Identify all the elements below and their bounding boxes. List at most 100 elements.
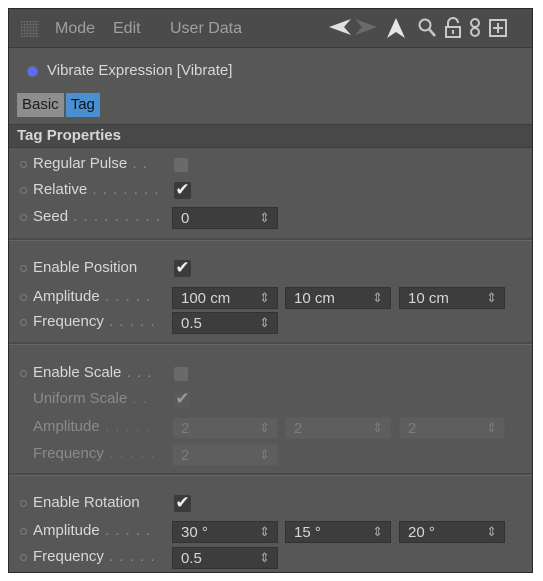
regular-pulse-label: Regular Pulse	[33, 155, 128, 172]
rotation-amplitude-label: Amplitude	[33, 522, 100, 539]
animation-dot-icon[interactable]	[20, 370, 27, 377]
enable-scale-row: Enable Scale . . .	[9, 363, 532, 385]
position-amplitude-y-field[interactable]: 10 cm ⇕	[285, 287, 391, 309]
position-frequency-field[interactable]: 0.5 ⇕	[172, 312, 278, 334]
label-dots: . .	[127, 390, 148, 407]
menu-edit[interactable]: Edit	[113, 20, 141, 38]
attribute-manager: Mode Edit User Data Vibrate Expression […	[8, 8, 533, 573]
rotation-frequency-label: Frequency	[33, 548, 104, 565]
position-amplitude-row: Amplitude . . . . . 100 cm ⇕ 10 cm ⇕ 10 …	[9, 287, 532, 309]
animation-dot-icon[interactable]	[20, 161, 27, 168]
field-value: 10 cm	[294, 290, 335, 307]
enable-rotation-label: Enable Rotation	[33, 494, 140, 511]
spinner-icon[interactable]: ⇕	[259, 290, 270, 306]
enable-position-row: Enable Position ✔	[9, 258, 532, 280]
search-icon[interactable]	[417, 17, 437, 45]
field-value: 20 °	[408, 524, 435, 541]
animation-dot-icon[interactable]	[20, 319, 27, 326]
label-dots: . . . . .	[103, 445, 156, 462]
enable-rotation-row: Enable Rotation ✔	[9, 493, 532, 515]
animation-dot-icon[interactable]	[20, 187, 27, 194]
label-dots: . . .	[121, 364, 153, 381]
new-manager-icon[interactable]	[488, 17, 508, 45]
uniform-scale-label: Uniform Scale	[33, 390, 128, 407]
animation-dot-icon[interactable]	[20, 214, 27, 221]
field-value: 100 cm	[181, 290, 231, 307]
scale-amplitude-label: Amplitude	[33, 418, 100, 435]
spinner-icon[interactable]: ⇕	[486, 524, 497, 540]
object-dot-icon	[28, 67, 37, 76]
scale-amplitude-x-field: 2 ⇕	[172, 417, 278, 439]
separator	[9, 473, 532, 476]
label-dots: . . . . .	[103, 313, 156, 330]
tab-basic[interactable]: Basic	[17, 93, 64, 117]
up-arrow-icon[interactable]	[386, 17, 406, 45]
label-dots: . . . . .	[103, 548, 156, 565]
spinner-icon[interactable]: ⇕	[486, 290, 497, 306]
regular-pulse-row: Regular Pulse . .	[9, 154, 532, 176]
label-dots: . . . . . . .	[87, 181, 160, 198]
menu-mode[interactable]: Mode	[55, 20, 95, 38]
seed-label: Seed	[33, 208, 69, 225]
animation-dot-icon[interactable]	[20, 294, 27, 301]
position-amplitude-z-field[interactable]: 10 cm ⇕	[399, 287, 505, 309]
enable-position-checkbox[interactable]: ✔	[174, 260, 191, 277]
uniform-scale-row: Uniform Scale . . ✔	[9, 389, 532, 411]
rotation-amplitude-b-field[interactable]: 20 ° ⇕	[399, 521, 505, 543]
section-header[interactable]: Tag Properties	[9, 124, 532, 148]
spinner-icon[interactable]: ⇕	[259, 550, 270, 566]
position-frequency-label: Frequency	[33, 313, 104, 330]
scale-frequency-field: 2 ⇕	[172, 444, 278, 466]
lock-icon[interactable]	[444, 17, 462, 45]
menu-user-data[interactable]: User Data	[170, 20, 242, 38]
spinner-icon: ⇕	[486, 420, 497, 435]
enable-scale-checkbox[interactable]	[174, 367, 188, 381]
position-amplitude-x-field[interactable]: 100 cm ⇕	[172, 287, 278, 309]
spinner-icon[interactable]: ⇕	[259, 210, 270, 226]
spinner-icon[interactable]: ⇕	[372, 290, 383, 306]
relative-checkbox[interactable]: ✔	[174, 182, 191, 199]
object-header: Vibrate Expression [Vibrate]	[9, 61, 532, 81]
enable-position-label: Enable Position	[33, 259, 138, 276]
position-amplitude-label: Amplitude	[33, 288, 100, 305]
grip-icon[interactable]	[21, 21, 39, 37]
seed-value: 0	[181, 210, 190, 227]
field-value: 0.5	[181, 315, 202, 332]
animation-dot-icon[interactable]	[20, 265, 27, 272]
field-value: 15 °	[294, 524, 321, 541]
spinner-icon: ⇕	[372, 420, 383, 435]
animation-dot-icon[interactable]	[20, 528, 27, 535]
uniform-scale-checkbox: ✔	[174, 389, 191, 409]
seed-field[interactable]: 0 ⇕	[172, 207, 278, 229]
tab-tag[interactable]: Tag	[65, 93, 100, 117]
relative-label: Relative	[33, 181, 88, 198]
scale-amplitude-row: Amplitude . . . . . 2 ⇕ 2 ⇕ 2 ⇕	[9, 417, 532, 439]
rotation-amplitude-h-field[interactable]: 30 ° ⇕	[172, 521, 278, 543]
rotation-frequency-field[interactable]: 0.5 ⇕	[172, 547, 278, 569]
rotation-amplitude-p-field[interactable]: 15 ° ⇕	[285, 521, 391, 543]
seed-row: Seed . . . . . . . . . 0 ⇕	[9, 207, 532, 229]
field-value: 2	[408, 420, 417, 437]
field-value: 2	[181, 447, 190, 464]
animation-dot-icon[interactable]	[20, 554, 27, 561]
back-arrow-icon[interactable]	[327, 17, 353, 43]
spinner-icon[interactable]: ⇕	[259, 524, 270, 540]
enable-scale-label: Enable Scale	[33, 364, 122, 381]
label-dots: . . . . .	[99, 418, 152, 435]
rotation-frequency-row: Frequency . . . . . 0.5 ⇕	[9, 547, 532, 569]
separator	[9, 342, 532, 345]
animation-dot-icon[interactable]	[20, 500, 27, 507]
label-dots: . . . . . . . . .	[68, 208, 162, 225]
spinner-icon[interactable]: ⇕	[372, 524, 383, 540]
link-icon[interactable]	[468, 17, 482, 45]
scale-amplitude-z-field: 2 ⇕	[399, 417, 505, 439]
spinner-icon[interactable]: ⇕	[259, 315, 270, 331]
separator	[9, 238, 532, 241]
object-label: Vibrate Expression [Vibrate]	[47, 62, 233, 79]
forward-arrow-icon[interactable]	[353, 17, 379, 43]
relative-row: Relative . . . . . . . ✔	[9, 180, 532, 202]
enable-rotation-checkbox[interactable]: ✔	[174, 495, 191, 512]
label-dots: . .	[127, 155, 148, 172]
regular-pulse-checkbox[interactable]	[174, 158, 188, 172]
spinner-icon: ⇕	[259, 447, 270, 462]
